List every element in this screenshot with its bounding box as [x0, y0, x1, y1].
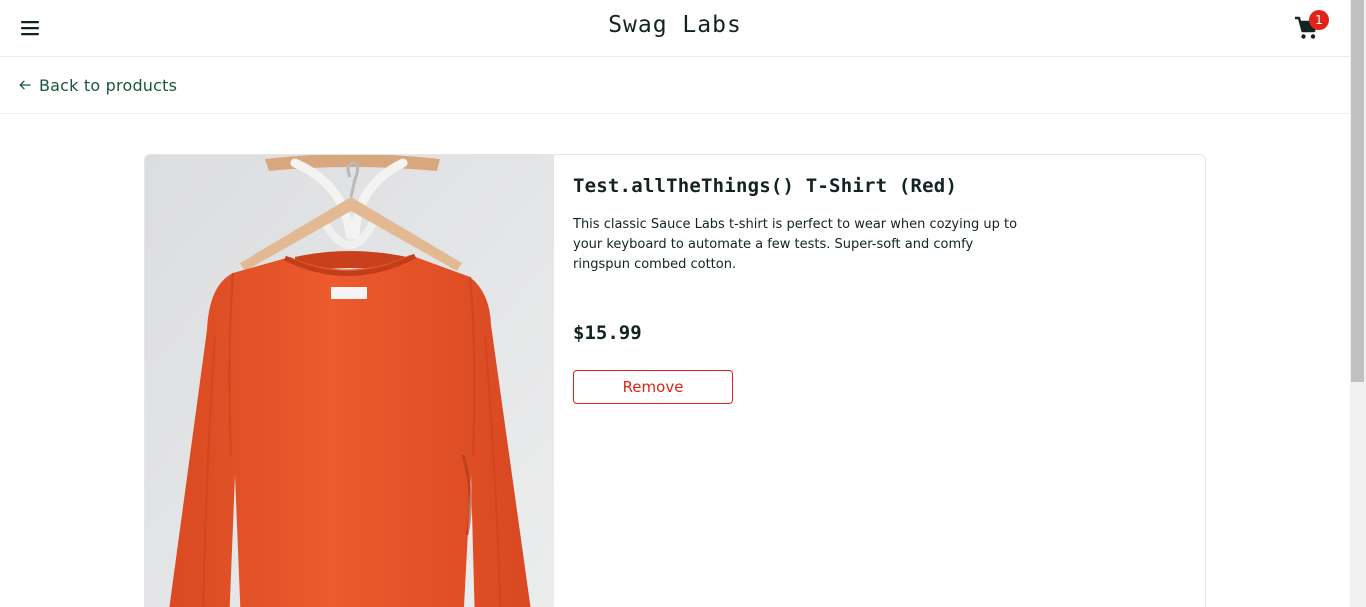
vertical-scrollbar-thumb[interactable]	[1351, 0, 1364, 382]
product-image	[145, 155, 554, 607]
product-name: Test.allTheThings() T-Shirt (Red)	[573, 175, 958, 197]
main-area: Swag Labs 1 Back to products Test.allThe…	[0, 0, 1350, 607]
remove-button[interactable]: Remove	[573, 370, 733, 404]
back-to-products-label: Back to products	[39, 75, 178, 95]
secondary-header: Back to products	[0, 57, 1350, 114]
cart-badge: 1	[1309, 10, 1329, 30]
app-logo: Swag Labs	[608, 12, 742, 38]
red-sweatshirt-illustration	[145, 155, 554, 607]
page: Swag Labs 1 Back to products Test.allThe…	[0, 0, 1366, 607]
primary-header: Swag Labs 1	[0, 0, 1350, 57]
product-details: Test.allTheThings() T-Shirt (Red) This c…	[573, 175, 1033, 404]
product-description: This classic Sauce Labs t-shirt is perfe…	[573, 217, 1018, 272]
product-price: $15.99	[573, 322, 642, 344]
back-to-products-button[interactable]: Back to products	[19, 75, 177, 95]
arrow-left-icon	[19, 80, 31, 90]
product-details-card: Test.allTheThings() T-Shirt (Red) This c…	[144, 154, 1206, 607]
